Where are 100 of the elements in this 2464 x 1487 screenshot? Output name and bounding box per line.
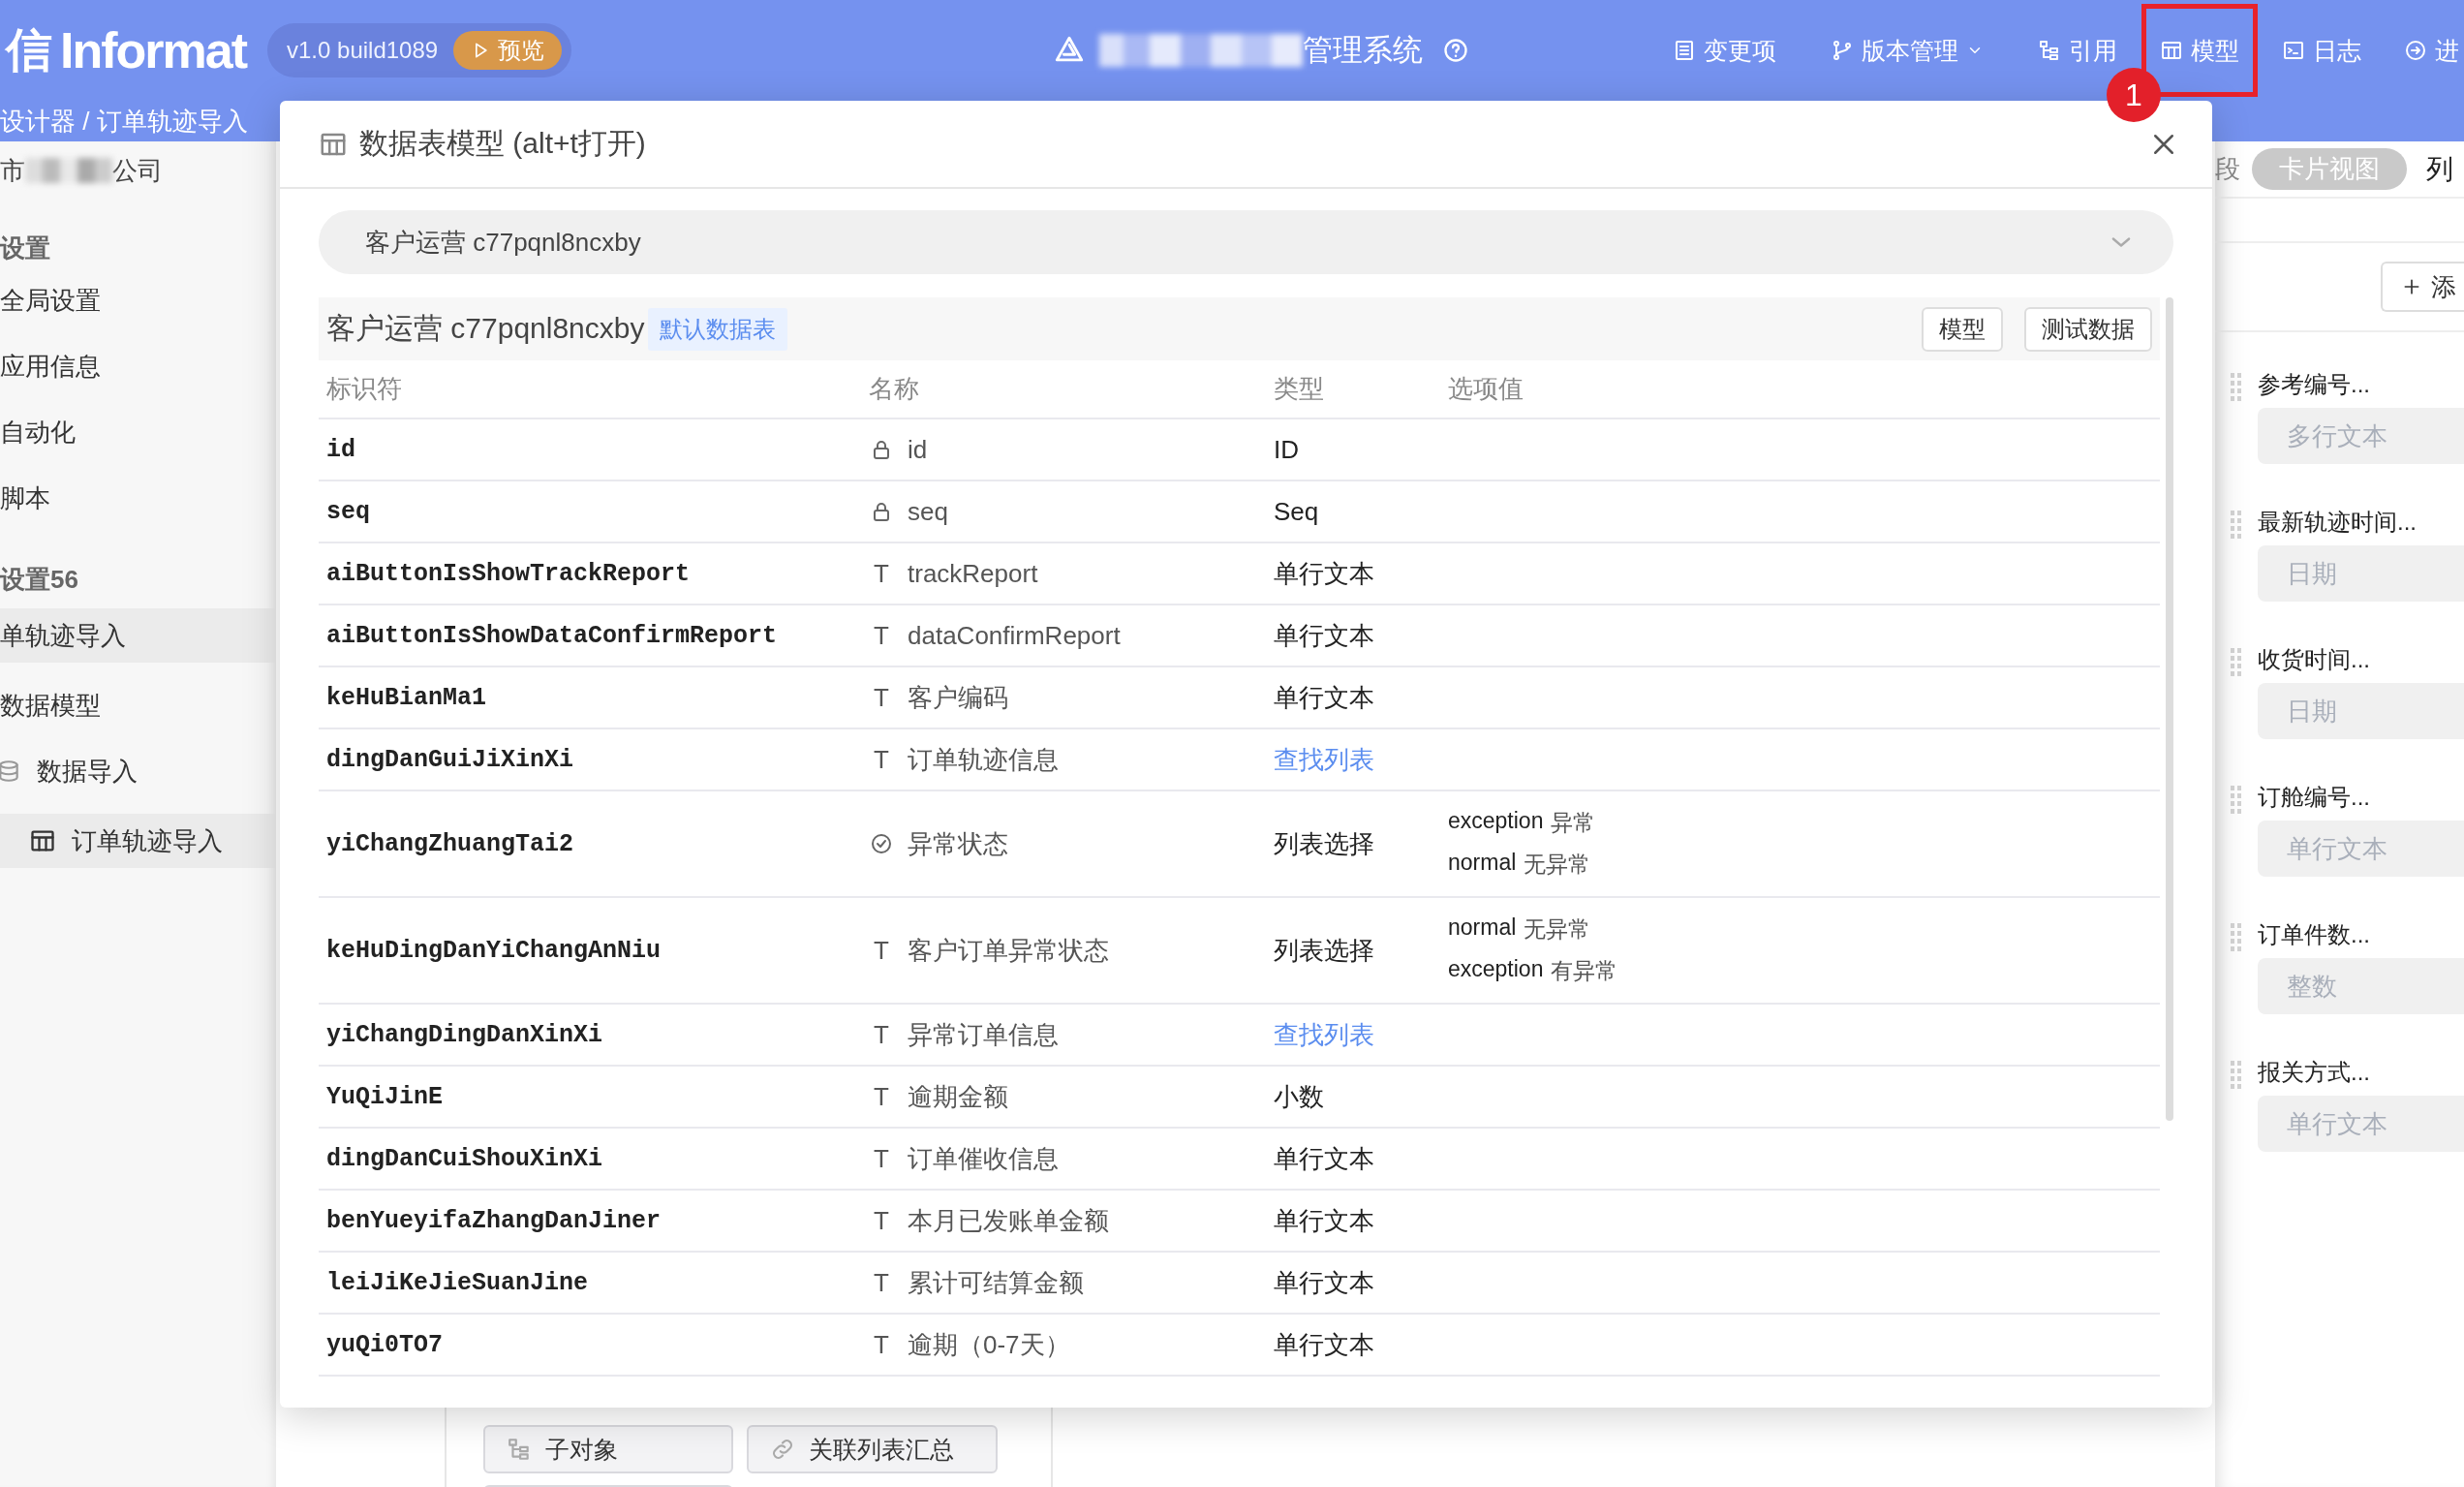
- table-cell-text: 客户编码: [908, 681, 1008, 714]
- table-cell-text: seq: [326, 497, 371, 526]
- drag-handle-icon: [2231, 923, 2242, 952]
- table-cell-text: benYueyifaZhangDanJiner: [326, 1206, 662, 1235]
- drag-handle-icon: [2231, 511, 2242, 540]
- field-label: 最新轨迹时间...: [2258, 508, 2418, 537]
- text-type-icon: T: [869, 1329, 894, 1360]
- dialog-title: 数据表模型 (alt+t打开): [359, 126, 646, 161]
- field-label: 收货时间...: [2258, 645, 2371, 674]
- section-heading: 设置56: [0, 564, 79, 596]
- table-cell-text: 单行文本: [1274, 1204, 1375, 1237]
- field-label: 订舱编号...: [2258, 783, 2371, 812]
- table-cell-text: yiChangDingDanXinXi: [326, 1020, 604, 1049]
- table-cell-text: 单行文本: [1274, 1328, 1375, 1361]
- table-cell-text: 累计可结算金额: [908, 1266, 1084, 1299]
- option-label: 有异常: [1551, 957, 1618, 985]
- sidebar-item[interactable]: 自动化: [0, 399, 276, 465]
- field-label: 订单件数...: [2258, 920, 2371, 949]
- toolbar-button[interactable]: 模型: [1922, 306, 2003, 352]
- option-label: 异常: [1551, 809, 1596, 837]
- scrollbar[interactable]: [2166, 297, 2173, 1121]
- content-button[interactable]: 关联列表汇总: [747, 1425, 998, 1473]
- table-cell-text: 逾期金额: [908, 1080, 1008, 1113]
- text-type-icon: T: [869, 1267, 894, 1298]
- arrow-circle-icon: [2404, 39, 2427, 62]
- sidebar-item[interactable]: 脚本: [0, 465, 276, 531]
- version-label: v1.0 build1089: [287, 37, 439, 64]
- table-icon: [2160, 39, 2183, 62]
- option-key: normal: [1448, 914, 1517, 945]
- table-cell-text: dingDanCuiShouXinXi: [326, 1144, 604, 1173]
- text-type-icon: T: [869, 558, 894, 589]
- option-key: exception: [1448, 808, 1544, 838]
- input-field[interactable]: 日期: [2258, 545, 2464, 602]
- field-label: 参考编号...: [2258, 370, 2371, 399]
- branch-icon: [1831, 39, 1854, 62]
- check-circle-icon: [870, 832, 893, 855]
- table-select[interactable]: 客户运营 c77pqnl8ncxby: [319, 210, 2173, 274]
- table-cell-text: 客户订单异常状态: [908, 934, 1109, 967]
- option-label: 无异常: [1524, 851, 1591, 879]
- table-cell-text: 订单催收信息: [908, 1142, 1059, 1175]
- input-field[interactable]: 多行文本: [2258, 408, 2464, 464]
- table-cell-text: 逾期（0-7天）: [908, 1328, 1070, 1361]
- company-name-end: 公司: [112, 154, 163, 187]
- content-button[interactable]: 子对象: [483, 1425, 733, 1473]
- text-type-icon: T: [869, 1081, 894, 1112]
- table-cell: seq: [908, 496, 948, 527]
- breadcrumb: 设计器 / 订单轨迹导入: [0, 105, 248, 138]
- tab-label[interactable]: 列: [2426, 150, 2453, 188]
- sidebar-item[interactable]: 单轨迹导入: [0, 608, 276, 663]
- table-cell-text: 异常状态: [908, 827, 1008, 860]
- drag-handle-icon: [2231, 648, 2242, 677]
- option-key: normal: [1448, 850, 1517, 880]
- column-header: 名称: [869, 373, 920, 405]
- sidebar-item[interactable]: 订单轨迹导入: [0, 814, 276, 868]
- input-field[interactable]: 单行文本: [2258, 1096, 2464, 1152]
- input-field[interactable]: 单行文本: [2258, 821, 2464, 877]
- app-title: 管理系统: [1303, 32, 1423, 69]
- table-cell-text: YuQiJinE: [326, 1082, 445, 1111]
- logo: Informat: [60, 21, 246, 79]
- table-cell: trackReport: [908, 558, 1038, 589]
- column-header: 标识符: [326, 373, 403, 405]
- table-cell-text: 单行文本: [1274, 1142, 1375, 1175]
- table-cell-text: 列表选择: [1274, 827, 1375, 860]
- plus-icon: [2402, 277, 2421, 296]
- table-cell-text: 单行文本: [1274, 619, 1375, 652]
- text-type-icon: T: [869, 1205, 894, 1236]
- company-name-start: 市: [0, 154, 25, 187]
- table-cell-text: 单行文本: [1274, 681, 1375, 714]
- table-cell-text: aiButtonIsShowDataConfirmReport: [326, 621, 779, 650]
- drag-handle-icon: [2231, 1061, 2242, 1090]
- input-field[interactable]: 日期: [2258, 683, 2464, 739]
- table-cell-text: 小数: [1274, 1080, 1325, 1113]
- drag-handle-icon: [2231, 373, 2242, 402]
- column-header: 选项值: [1448, 373, 1525, 405]
- sidebar-item[interactable]: 数据导入: [0, 738, 276, 804]
- table-cell-text: id: [326, 435, 356, 464]
- table-cell-text: keHuDingDanYiChangAnNiu: [326, 936, 662, 965]
- tab-label[interactable]: 段: [2215, 152, 2240, 186]
- section-heading: 设置: [0, 232, 51, 264]
- table-cell: id: [908, 434, 928, 465]
- text-type-icon: T: [869, 744, 894, 775]
- toolbar-button[interactable]: 测试数据: [2024, 306, 2152, 352]
- table-cell-text: yiChangZhuangTai2: [326, 829, 575, 858]
- text-type-icon: T: [869, 935, 894, 966]
- option-key: exception: [1448, 956, 1544, 986]
- link-icon: [770, 1437, 795, 1462]
- sidebar-item[interactable]: 应用信息: [0, 333, 276, 399]
- table-cell-text: dingDanGuiJiXinXi: [326, 745, 575, 774]
- sidebar-item[interactable]: 全局设置: [0, 267, 276, 333]
- drag-handle-icon: [2231, 786, 2242, 815]
- option-label: 无异常: [1524, 915, 1591, 944]
- add-button[interactable]: 添: [2381, 262, 2464, 312]
- table-cell-text: keHuBianMa1: [326, 683, 488, 712]
- table-cell-text: 单行文本: [1274, 1266, 1375, 1299]
- list-icon: [1673, 39, 1696, 62]
- sidebar-item[interactable]: 数据模型: [0, 672, 276, 738]
- text-type-icon: T: [869, 1019, 894, 1050]
- text-type-icon: T: [869, 1143, 894, 1174]
- input-field[interactable]: 整数: [2258, 958, 2464, 1014]
- table-cell-text: 本月已发账单金额: [908, 1204, 1109, 1237]
